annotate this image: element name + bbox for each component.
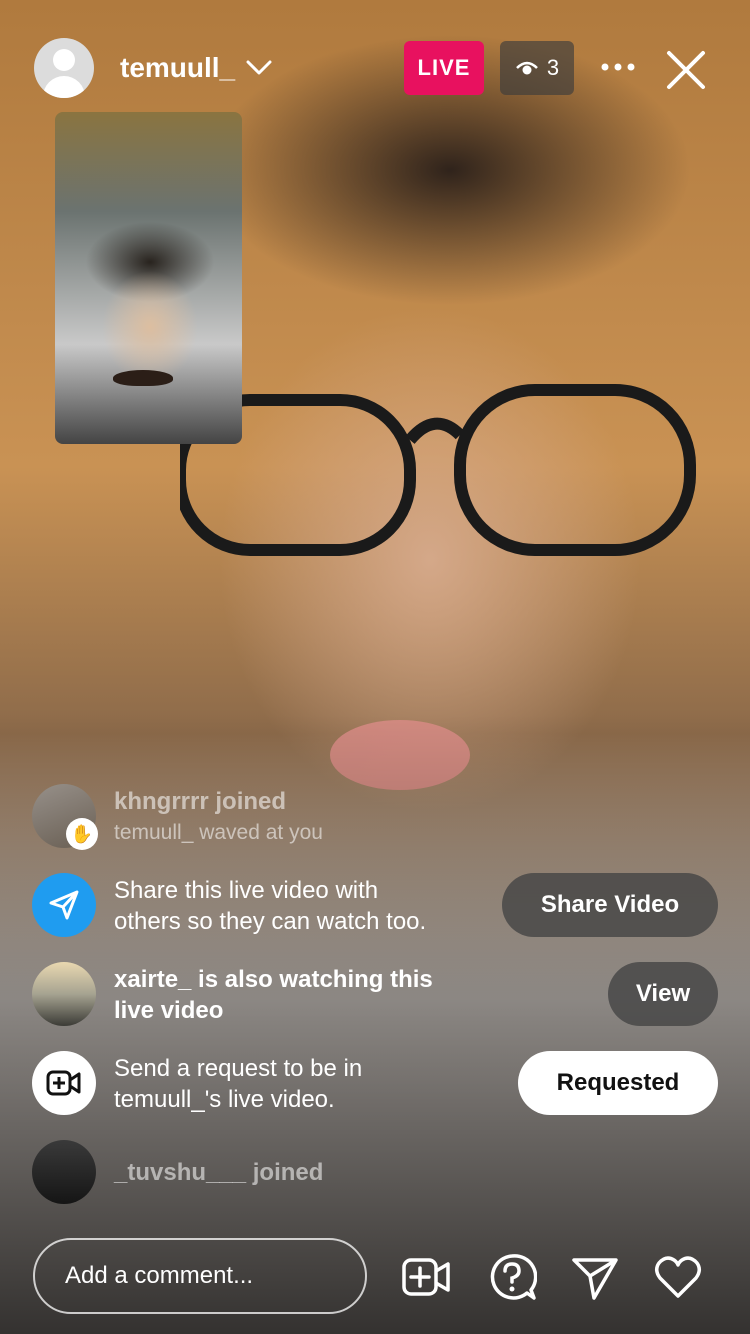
guest-video-window[interactable]	[55, 112, 242, 444]
watching-text: xairte_ is also watching this live video	[114, 966, 433, 1024]
share-video-button[interactable]: Share Video	[502, 873, 718, 937]
host-avatar[interactable]	[34, 38, 94, 98]
paper-plane-icon	[32, 873, 96, 937]
host-video-tongue	[330, 720, 470, 790]
avatar[interactable]	[32, 1140, 96, 1204]
joined-text: khngrrrr joined	[114, 788, 287, 815]
guest-video-mustache	[113, 370, 173, 386]
request-text: Send a request to be in temuull_'s live v…	[114, 1055, 363, 1113]
comment-input[interactable]: Add a comment...	[33, 1238, 367, 1314]
joined-text: _tuvshu___ joined	[114, 1159, 324, 1186]
view-button[interactable]: View	[608, 962, 718, 1026]
avatar[interactable]	[32, 962, 96, 1026]
share-text: Share this live video with others so they…	[114, 877, 427, 935]
viewer-count: 3	[546, 55, 560, 80]
feed-item-joined: _tuvshu___ joined	[32, 1140, 732, 1206]
heart-icon[interactable]	[653, 1252, 703, 1302]
viewer-count-button[interactable]: 3	[500, 41, 574, 95]
host-username[interactable]: temuull_	[120, 52, 235, 84]
chevron-down-icon[interactable]	[245, 55, 273, 79]
video-add-icon[interactable]	[401, 1252, 451, 1302]
send-icon[interactable]	[570, 1252, 620, 1302]
more-icon[interactable]	[598, 52, 638, 82]
host-video-glasses	[180, 384, 696, 556]
eye-icon	[515, 61, 538, 75]
requested-button[interactable]: Requested	[518, 1051, 718, 1115]
close-icon[interactable]	[664, 48, 708, 92]
question-icon[interactable]	[487, 1252, 537, 1302]
wave-icon: ✋	[66, 818, 98, 850]
feed-item-joined: ✋ khngrrrr joined temuull_ waved at you	[32, 784, 732, 850]
wave-text: temuull_ waved at you	[114, 821, 323, 844]
video-request-icon	[32, 1051, 96, 1115]
live-badge: LIVE	[404, 41, 484, 95]
